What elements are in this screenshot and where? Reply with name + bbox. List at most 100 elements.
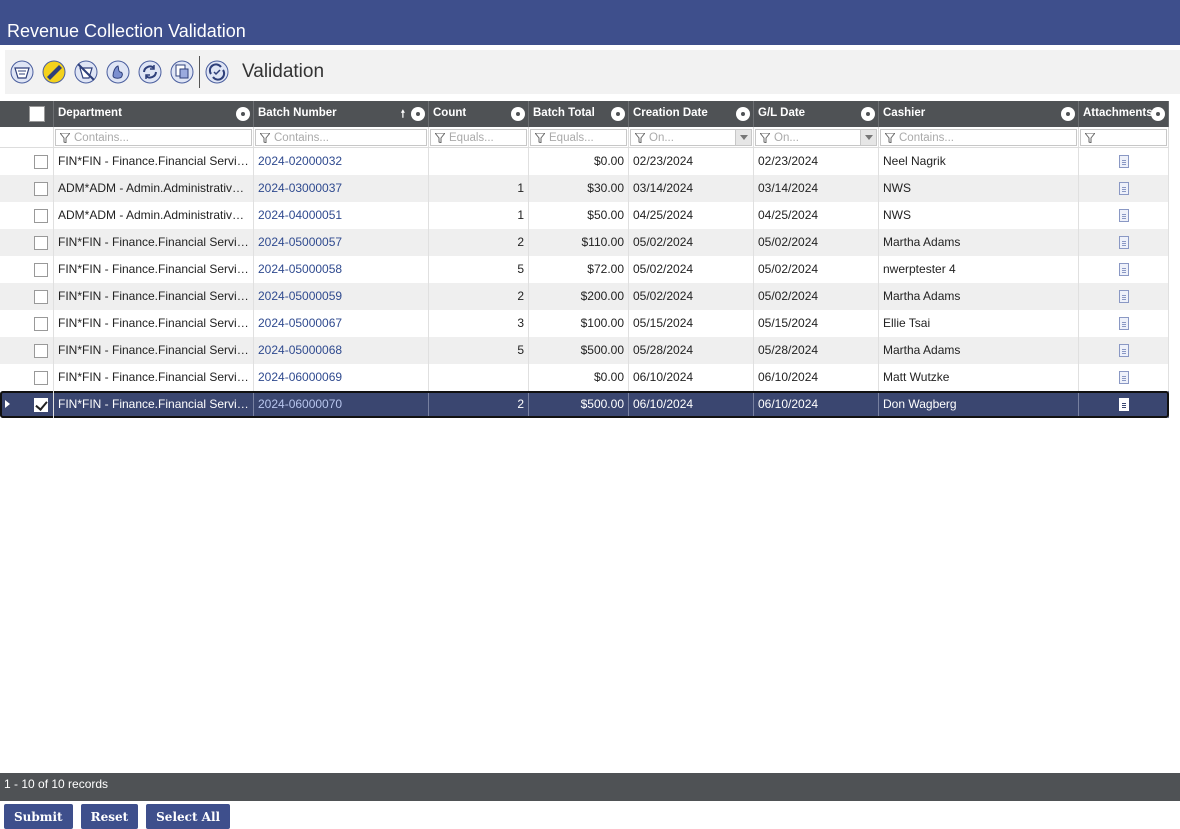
table-row[interactable]: ADM*ADM - Admin.Administrative Services2…: [0, 175, 1169, 202]
page-title: Revenue Collection Validation: [0, 0, 1180, 45]
gear-icon[interactable]: [238, 109, 248, 119]
gear-icon[interactable]: [413, 109, 423, 119]
batch-number-cell[interactable]: 2024-02000032: [254, 148, 429, 175]
chevron-down-icon[interactable]: [735, 130, 751, 145]
column-header-attachments[interactable]: Attachments: [1079, 101, 1169, 127]
attachments-cell: [1079, 364, 1169, 391]
batch-number-cell[interactable]: 2024-04000051: [254, 202, 429, 229]
batch-number-filter[interactable]: Contains...: [254, 127, 429, 147]
batch-number-cell[interactable]: 2024-03000037: [254, 175, 429, 202]
gear-icon[interactable]: [1153, 109, 1163, 119]
table-row[interactable]: FIN*FIN - Finance.Financial Services 2024…: [0, 310, 1169, 337]
table-row[interactable]: ADM*ADM - Admin.Administrative Services2…: [0, 202, 1169, 229]
expand-row-icon[interactable]: [5, 400, 10, 408]
row-checkbox[interactable]: [34, 235, 48, 250]
batch-number-cell[interactable]: 2024-06000070: [254, 391, 429, 418]
document-icon[interactable]: [1118, 371, 1129, 384]
dept-cell: FIN*FIN - Finance.Financial Services: [54, 256, 254, 283]
batch-number-cell[interactable]: 2024-05000068: [254, 337, 429, 364]
select-all-checkbox[interactable]: [28, 106, 45, 122]
column-header-gl-date[interactable]: G/L Date: [754, 101, 879, 127]
attachments-filter[interactable]: [1079, 127, 1169, 147]
gear-icon[interactable]: [738, 109, 748, 119]
hand-icon[interactable]: [105, 59, 131, 85]
batch-number-cell[interactable]: 2024-05000058: [254, 256, 429, 283]
document-icon[interactable]: [1118, 155, 1129, 168]
row-checkbox[interactable]: [34, 316, 48, 331]
row-select-cell: [0, 310, 54, 337]
dept-cell: FIN*FIN - Finance.Financial Services: [54, 310, 254, 337]
batch-number-cell[interactable]: 2024-06000069: [254, 364, 429, 391]
row-checkbox[interactable]: [34, 343, 48, 358]
submit-button[interactable]: Submit: [4, 804, 73, 829]
table-row[interactable]: FIN*FIN - Finance.Financial Services 2024…: [0, 256, 1169, 283]
table-row[interactable]: FIN*FIN - Finance.Financial Services 2024…: [0, 283, 1169, 310]
row-checkbox[interactable]: [34, 262, 48, 277]
table-row[interactable]: FIN*FIN - Finance.Financial Services 2024…: [0, 148, 1169, 175]
column-header-count[interactable]: Count: [429, 101, 529, 127]
gear-icon[interactable]: [1063, 109, 1073, 119]
row-select-cell: [0, 256, 54, 283]
row-checkbox[interactable]: [34, 289, 48, 304]
filter-icon: [435, 132, 445, 143]
table-row[interactable]: FIN*FIN - Finance.Financial Services 2024…: [0, 229, 1169, 256]
document-icon[interactable]: [1118, 182, 1129, 195]
creation-date-filter[interactable]: On...: [629, 127, 754, 147]
reject-icon[interactable]: [73, 59, 99, 85]
filter-icon: [60, 132, 70, 143]
document-icon[interactable]: [1118, 263, 1129, 276]
cashier-cell: Ellie Tsai: [879, 310, 1079, 337]
column-header-batch-total[interactable]: Batch Total: [529, 101, 629, 127]
approve-icon[interactable]: [41, 59, 67, 85]
toolbar-label: Validation: [242, 61, 325, 82]
row-checkbox[interactable]: [34, 154, 48, 169]
document-icon[interactable]: [1118, 344, 1129, 357]
column-header-cashier[interactable]: Cashier: [879, 101, 1079, 127]
document-icon[interactable]: [1118, 290, 1129, 303]
table-row[interactable]: FIN*FIN - Finance.Financial Services 2024…: [0, 364, 1169, 391]
batch-total-cell: $110.00: [529, 229, 629, 256]
column-header-batch-number[interactable]: Batch Number 🠕: [254, 101, 429, 127]
document-icon[interactable]: [1118, 398, 1129, 411]
row-checkbox[interactable]: [34, 208, 48, 223]
document-icon[interactable]: [1118, 209, 1129, 222]
chevron-down-icon[interactable]: [860, 130, 876, 145]
column-header-creation-date[interactable]: Creation Date: [629, 101, 754, 127]
batch-number-cell[interactable]: 2024-05000057: [254, 229, 429, 256]
select-all-button[interactable]: Select All: [146, 804, 231, 829]
cashier-cell: nwerptester 4: [879, 256, 1079, 283]
row-checkbox[interactable]: [34, 397, 48, 412]
gl-date-filter[interactable]: On...: [754, 127, 879, 147]
dept-cell: FIN*FIN - Finance.Financial Services: [54, 337, 254, 364]
grid-header-row: Department Batch Number 🠕 Count Batch Tot…: [0, 101, 1169, 127]
count-filter[interactable]: Equals...: [429, 127, 529, 147]
count-cell: 5: [429, 337, 529, 364]
refresh-icon[interactable]: [137, 59, 163, 85]
table-row[interactable]: FIN*FIN - Finance.Financial Services 2024…: [0, 391, 1169, 418]
row-checkbox[interactable]: [34, 370, 48, 385]
list-icon[interactable]: [9, 59, 35, 85]
reset-button[interactable]: Reset: [80, 804, 139, 829]
gear-icon[interactable]: [613, 109, 623, 119]
department-filter[interactable]: Contains...: [54, 127, 254, 147]
table-row[interactable]: FIN*FIN - Finance.Financial Services 2024…: [0, 337, 1169, 364]
print-icon[interactable]: [169, 59, 195, 85]
select-all-header: [0, 101, 54, 127]
count-cell: 2: [429, 229, 529, 256]
cashier-filter[interactable]: Contains...: [879, 127, 1079, 147]
document-icon[interactable]: [1118, 317, 1129, 330]
dept-cell: FIN*FIN - Finance.Financial Services: [54, 283, 254, 310]
gl-date-cell: 04/25/2024: [754, 202, 879, 229]
column-header-department[interactable]: Department: [54, 101, 254, 127]
batch-number-cell[interactable]: 2024-05000059: [254, 283, 429, 310]
gear-icon[interactable]: [863, 109, 873, 119]
validation-icon[interactable]: [204, 59, 230, 85]
count-cell: 5: [429, 256, 529, 283]
row-checkbox[interactable]: [34, 181, 48, 196]
document-icon[interactable]: [1118, 236, 1129, 249]
row-select-cell: [0, 229, 54, 256]
batch-number-cell[interactable]: 2024-05000067: [254, 310, 429, 337]
batch-total-filter[interactable]: Equals...: [529, 127, 629, 147]
gear-icon[interactable]: [513, 109, 523, 119]
cashier-cell: Matt Wutzke: [879, 364, 1079, 391]
